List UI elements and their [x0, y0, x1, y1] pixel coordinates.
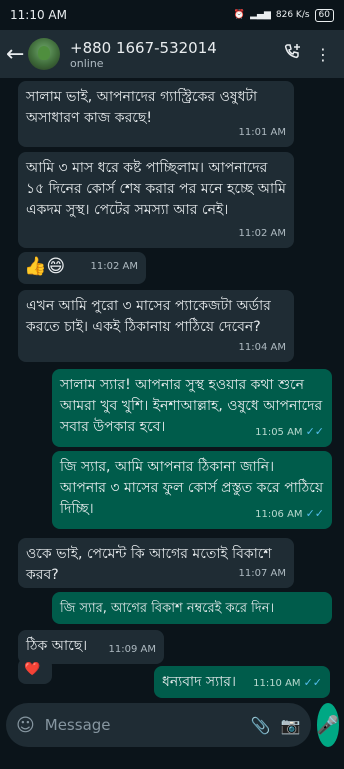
message-time: 11:04 AM: [238, 342, 286, 353]
message-outgoing[interactable]: ধন্যবাদ স্যার। 11:10 AM ✓✓: [154, 666, 330, 698]
emoji-icon[interactable]: ☺: [16, 715, 35, 736]
status-time: 11:10 AM: [10, 8, 67, 22]
reaction-heart[interactable]: ❤️: [18, 658, 52, 684]
message-meta: 11:06 AM ✓✓: [255, 503, 324, 525]
network-speed: 826 K/s: [275, 10, 310, 20]
message-outgoing[interactable]: সালাম স্যার! আপনার সুস্থ হওয়ার কথা শুনে…: [52, 369, 332, 447]
contact-name: +880 1667-532014: [70, 38, 217, 57]
contact-avatar[interactable]: [28, 38, 60, 70]
signal-icon: ▂▄▆: [250, 10, 271, 20]
message-field[interactable]: ☺ 📎 📷: [6, 703, 311, 747]
back-arrow-icon[interactable]: ←: [6, 42, 26, 67]
message-time: 11:10 AM: [253, 678, 301, 689]
message-text: এখন আমি পুরো ৩ মাসের প্যাকেজটা অর্ডার কর…: [26, 298, 271, 335]
message-incoming[interactable]: এখন আমি পুরো ৩ মাসের প্যাকেজটা অর্ডার কর…: [18, 290, 294, 362]
message-time: 11:06 AM: [255, 509, 303, 520]
add-call-icon[interactable]: [278, 42, 308, 66]
message-incoming[interactable]: ওকে ভাই, পেমেন্ট কি আগের মতোই বিকাশে করব…: [18, 538, 294, 588]
contact-info[interactable]: +880 1667-532014 online: [70, 39, 278, 70]
chat-header: ← +880 1667-532014 online ⋮: [0, 30, 344, 78]
status-bar: 11:10 AM ⏰ ▂▄▆ 826 K/s 60: [0, 0, 344, 30]
message-text: আমি ৩ মাস ধরে কষ্ট পাচ্ছিলাম। আপনাদের ১৫…: [26, 160, 286, 218]
message-time: 11:02 AM: [238, 228, 286, 239]
message-time: 11:09 AM: [108, 644, 156, 655]
message-incoming[interactable]: আমি ৩ মাস ধরে কষ্ট পাচ্ছিলাম। আপনাদের ১৫…: [18, 152, 294, 248]
double-check-icon: ✓✓: [303, 676, 322, 689]
paperclip-icon[interactable]: 📎: [251, 716, 271, 735]
mic-button[interactable]: 🎤: [316, 703, 340, 747]
heart-icon: ❤️: [24, 662, 41, 677]
message-list: সালাম ভাই, আপনাদের গ্যাস্ট্রিকের ওষুধটা …: [0, 78, 344, 698]
camera-icon[interactable]: 📷: [281, 716, 301, 735]
double-check-icon: ✓✓: [305, 507, 324, 520]
message-outgoing[interactable]: জি স্যার, আমি আপনার ঠিকানা জানি। আপনার ৩…: [52, 451, 332, 529]
message-outgoing[interactable]: জি স্যার, আগের বিকাশ নম্বরেই করে দিন।: [52, 592, 332, 624]
more-vert-icon[interactable]: ⋮: [308, 45, 338, 64]
contact-status: online: [70, 56, 104, 70]
alarm-icon: ⏰: [233, 10, 246, 20]
status-icons: ⏰ ▂▄▆ 826 K/s 60: [233, 8, 334, 22]
message-time: 11:01 AM: [238, 127, 286, 138]
message-meta: 11:10 AM ✓✓: [253, 672, 322, 694]
battery-indicator: 60: [314, 8, 334, 22]
message-time: 11:05 AM: [255, 427, 303, 438]
message-text: জি স্যার, আগের বিকাশ নম্বরেই করে দিন।: [60, 601, 275, 616]
mic-icon: 🎤: [316, 714, 340, 736]
message-time: 11:02 AM: [90, 261, 138, 272]
composer: ☺ 📎 📷 🎤: [0, 697, 344, 753]
message-incoming[interactable]: সালাম ভাই, আপনাদের গ্যাস্ট্রিকের ওষুধটা …: [18, 81, 294, 147]
message-incoming[interactable]: 👍😄 11:02 AM: [18, 252, 146, 284]
double-check-icon: ✓✓: [305, 425, 324, 438]
message-input[interactable]: [42, 715, 241, 735]
message-meta: 11:05 AM ✓✓: [255, 421, 324, 443]
message-time: 11:07 AM: [238, 568, 286, 579]
